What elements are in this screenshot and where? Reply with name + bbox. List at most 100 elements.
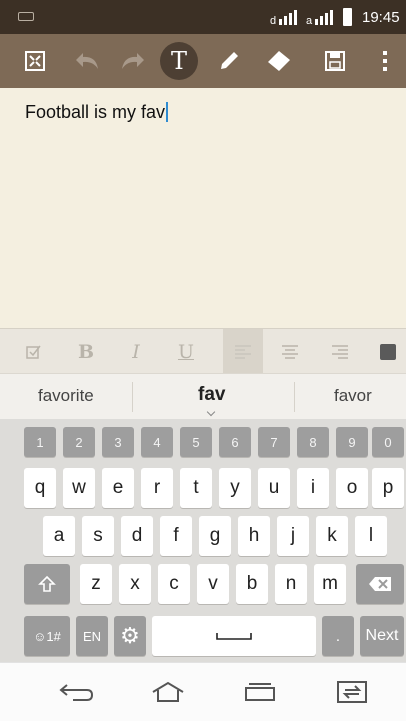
language-key[interactable]: EN	[76, 616, 108, 656]
keyboard: 1 2 3 4 5 6 7 8 9 0 q w e r t y u i o p …	[0, 419, 406, 662]
status-time: 19:45	[362, 9, 400, 26]
key-7[interactable]: 7	[258, 427, 290, 457]
signal-2-icon: a	[306, 10, 333, 26]
symbols-key[interactable]: ☺1#	[24, 616, 70, 656]
key-2[interactable]: 2	[63, 427, 95, 457]
format-bar: B I U	[0, 328, 406, 374]
status-bar: d a 19:45	[0, 0, 406, 34]
note-text: Football is my fav	[25, 102, 166, 122]
key-i[interactable]: i	[297, 468, 329, 508]
text-cursor	[166, 102, 169, 122]
notification-icon	[18, 12, 34, 21]
text-icon: T	[170, 47, 187, 75]
key-c[interactable]: c	[158, 564, 190, 604]
redo-button[interactable]	[114, 42, 152, 80]
pen-icon	[221, 52, 238, 69]
back-icon	[59, 684, 94, 701]
text-color-button[interactable]	[370, 329, 406, 374]
key-5[interactable]: 5	[180, 427, 212, 457]
memo-app-screen: d a 19:45 T Football is my fav B I U fav…	[0, 0, 406, 721]
home-icon	[152, 681, 184, 702]
backspace-key[interactable]	[356, 564, 404, 604]
eraser-button[interactable]	[260, 42, 298, 80]
text-mode-button[interactable]: T	[160, 42, 198, 80]
suggestion-divider	[294, 382, 295, 412]
key-o[interactable]: o	[336, 468, 368, 508]
underline-button[interactable]: U	[166, 329, 206, 374]
key-r[interactable]: r	[141, 468, 173, 508]
suggestion-divider	[132, 382, 133, 412]
key-s[interactable]: s	[82, 516, 114, 556]
key-x[interactable]: x	[119, 564, 151, 604]
key-y[interactable]: y	[219, 468, 251, 508]
key-1[interactable]: 1	[24, 427, 56, 457]
color-icon	[380, 343, 396, 360]
next-key[interactable]: Next	[360, 616, 404, 656]
key-3[interactable]: 3	[102, 427, 134, 457]
key-0[interactable]: 0	[372, 427, 404, 457]
key-t[interactable]: t	[180, 468, 212, 508]
checkbox-button[interactable]	[14, 329, 54, 374]
key-f[interactable]: f	[160, 516, 192, 556]
save-button[interactable]	[316, 42, 354, 80]
align-center-button[interactable]	[270, 329, 310, 374]
chevron-down-icon[interactable]	[206, 407, 216, 417]
recent-apps-button[interactable]	[238, 677, 282, 707]
undo-icon	[76, 53, 98, 69]
key-j[interactable]: j	[277, 516, 309, 556]
key-n[interactable]: n	[275, 564, 307, 604]
pen-button[interactable]	[210, 42, 248, 80]
key-4[interactable]: 4	[141, 427, 173, 457]
key-k[interactable]: k	[316, 516, 348, 556]
align-right-button[interactable]	[320, 329, 360, 374]
dual-window-icon	[337, 681, 367, 703]
suggestion-center[interactable]: fav	[198, 384, 225, 406]
align-left-button[interactable]	[223, 329, 263, 374]
key-g[interactable]: g	[199, 516, 231, 556]
redo-icon	[122, 53, 144, 69]
suggestion-left[interactable]: favorite	[38, 386, 94, 406]
key-u[interactable]: u	[258, 468, 290, 508]
period-key[interactable]: .	[322, 616, 354, 656]
gear-icon: ⚙	[120, 623, 140, 649]
collapse-button[interactable]	[16, 42, 54, 80]
italic-button[interactable]: I	[116, 329, 156, 374]
space-key[interactable]	[152, 616, 316, 656]
key-z[interactable]: z	[80, 564, 112, 604]
shift-key[interactable]	[24, 564, 70, 604]
home-button[interactable]	[146, 677, 190, 707]
back-button[interactable]	[54, 677, 98, 707]
dual-window-button[interactable]	[330, 677, 374, 707]
key-l[interactable]: l	[355, 516, 387, 556]
suggestion-right[interactable]: favor	[334, 386, 372, 406]
key-b[interactable]: b	[236, 564, 268, 604]
collapse-icon	[25, 51, 45, 71]
recent-apps-icon	[245, 683, 275, 701]
shift-icon	[38, 575, 56, 592]
key-m[interactable]: m	[314, 564, 346, 604]
undo-button[interactable]	[68, 42, 106, 80]
key-6[interactable]: 6	[219, 427, 251, 457]
key-q[interactable]: q	[24, 468, 56, 508]
bold-button[interactable]: B	[66, 329, 106, 374]
more-vertical-icon	[383, 51, 387, 71]
align-left-icon	[235, 344, 251, 359]
more-options-button[interactable]	[370, 42, 400, 80]
key-9[interactable]: 9	[336, 427, 368, 457]
svg-text:a: a	[306, 15, 313, 26]
battery-icon	[343, 8, 352, 26]
key-a[interactable]: a	[43, 516, 75, 556]
key-d[interactable]: d	[121, 516, 153, 556]
memo-toolbar: T	[0, 34, 406, 88]
svg-text:d: d	[270, 15, 276, 26]
key-8[interactable]: 8	[297, 427, 329, 457]
key-h[interactable]: h	[238, 516, 270, 556]
checkbox-icon	[26, 345, 41, 359]
key-v[interactable]: v	[197, 564, 229, 604]
key-e[interactable]: e	[102, 468, 134, 508]
settings-key[interactable]: ⚙	[114, 616, 146, 656]
backspace-icon	[369, 577, 391, 591]
note-editor[interactable]: Football is my fav	[0, 88, 406, 328]
key-w[interactable]: w	[63, 468, 95, 508]
key-p[interactable]: p	[372, 468, 404, 508]
